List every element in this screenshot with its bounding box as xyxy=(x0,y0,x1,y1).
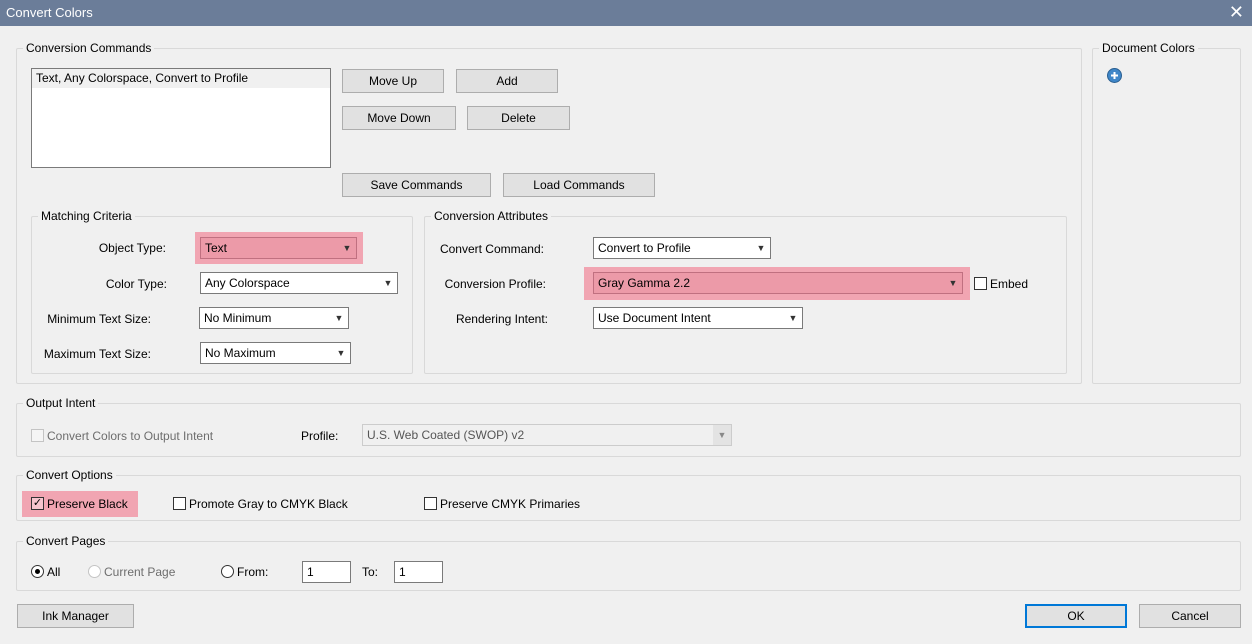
embed-checkbox[interactable] xyxy=(974,277,987,290)
convert-to-output-intent-checkbox[interactable] xyxy=(31,429,44,442)
from-label: From: xyxy=(237,565,269,579)
max-text-size-label: Maximum Text Size: xyxy=(43,347,151,361)
chevron-down-icon: ▼ xyxy=(713,425,731,445)
chevron-down-icon: ▼ xyxy=(948,278,958,288)
object-type-select[interactable]: Text ▼ xyxy=(200,237,357,259)
color-type-value: Any Colorspace xyxy=(205,276,290,290)
conversion-profile-select[interactable]: Gray Gamma 2.2 ▼ xyxy=(593,272,963,294)
convert-command-value: Convert to Profile xyxy=(598,241,691,255)
object-type-value: Text xyxy=(205,241,228,255)
save-commands-button[interactable]: Save Commands xyxy=(342,173,491,197)
load-commands-button[interactable]: Load Commands xyxy=(503,173,655,197)
chevron-down-icon: ▼ xyxy=(334,313,344,323)
title-bar: Convert Colors ✕ xyxy=(0,0,1252,26)
object-type-label: Object Type: xyxy=(98,241,166,255)
preserve-black-label: Preserve Black xyxy=(47,497,128,511)
all-pages-radio[interactable] xyxy=(31,565,44,578)
document-colors-legend: Document Colors xyxy=(1099,40,1198,56)
output-profile-label: Profile: xyxy=(301,429,339,443)
list-item[interactable]: Text, Any Colorspace, Convert to Profile xyxy=(32,69,330,88)
add-button[interactable]: Add xyxy=(456,69,558,93)
convert-options-legend: Convert Options xyxy=(23,467,116,483)
window-title: Convert Colors xyxy=(6,5,93,20)
all-pages-label: All xyxy=(47,565,61,579)
max-text-size-value: No Maximum xyxy=(205,346,276,360)
rendering-intent-value: Use Document Intent xyxy=(598,311,711,325)
rendering-intent-select[interactable]: Use Document Intent ▼ xyxy=(593,307,803,329)
chevron-down-icon: ▼ xyxy=(756,243,766,253)
color-type-select[interactable]: Any Colorspace ▼ xyxy=(200,272,398,294)
min-text-size-value: No Minimum xyxy=(204,311,272,325)
move-up-button[interactable]: Move Up xyxy=(342,69,444,93)
document-colors-group: Document Colors xyxy=(1092,40,1241,384)
conversion-attributes-legend: Conversion Attributes xyxy=(431,208,552,224)
preserve-primaries-checkbox[interactable] xyxy=(424,497,437,510)
chevron-down-icon: ▼ xyxy=(788,313,798,323)
convert-command-label: Convert Command: xyxy=(439,242,544,256)
move-down-button[interactable]: Move Down xyxy=(342,106,456,130)
ok-button[interactable]: OK xyxy=(1025,604,1127,628)
rendering-intent-label: Rendering Intent: xyxy=(455,312,548,326)
matching-criteria-legend: Matching Criteria xyxy=(38,208,135,224)
current-page-radio[interactable] xyxy=(88,565,101,578)
preserve-primaries-label: Preserve CMYK Primaries xyxy=(440,497,581,511)
max-text-size-select[interactable]: No Maximum ▼ xyxy=(200,342,351,364)
color-type-label: Color Type: xyxy=(105,277,167,291)
current-page-label: Current Page xyxy=(104,565,176,579)
convert-to-output-intent-label: Convert Colors to Output Intent xyxy=(47,429,214,443)
to-label: To: xyxy=(362,565,379,579)
output-profile-select[interactable]: U.S. Web Coated (SWOP) v2 ▼ xyxy=(362,424,732,446)
convert-pages-group: Convert Pages xyxy=(16,533,1241,591)
chevron-down-icon: ▼ xyxy=(383,278,393,288)
to-page-input[interactable]: 1 xyxy=(394,561,443,583)
plus-circle-icon[interactable] xyxy=(1107,68,1122,83)
from-radio[interactable] xyxy=(221,565,234,578)
delete-button[interactable]: Delete xyxy=(467,106,570,130)
commands-list[interactable]: Text, Any Colorspace, Convert to Profile xyxy=(31,68,331,168)
convert-pages-legend: Convert Pages xyxy=(23,533,109,549)
close-icon[interactable]: ✕ xyxy=(1229,2,1244,22)
cancel-button[interactable]: Cancel xyxy=(1139,604,1241,628)
embed-label: Embed xyxy=(990,277,1029,291)
min-text-size-select[interactable]: No Minimum ▼ xyxy=(199,307,349,329)
chevron-down-icon: ▼ xyxy=(342,243,352,253)
from-page-input[interactable]: 1 xyxy=(302,561,351,583)
chevron-down-icon: ▼ xyxy=(336,348,346,358)
preserve-black-checkbox[interactable]: ✓ xyxy=(31,497,44,510)
ink-manager-button[interactable]: Ink Manager xyxy=(17,604,134,628)
convert-command-select[interactable]: Convert to Profile ▼ xyxy=(593,237,771,259)
output-profile-value: U.S. Web Coated (SWOP) v2 xyxy=(367,428,525,442)
conversion-profile-value: Gray Gamma 2.2 xyxy=(598,276,691,290)
conversion-commands-legend: Conversion Commands xyxy=(23,40,155,56)
output-intent-legend: Output Intent xyxy=(23,395,99,411)
promote-gray-label: Promote Gray to CMYK Black xyxy=(189,497,348,511)
min-text-size-label: Minimum Text Size: xyxy=(47,312,151,326)
conversion-profile-label: Conversion Profile: xyxy=(444,277,546,291)
promote-gray-checkbox[interactable] xyxy=(173,497,186,510)
